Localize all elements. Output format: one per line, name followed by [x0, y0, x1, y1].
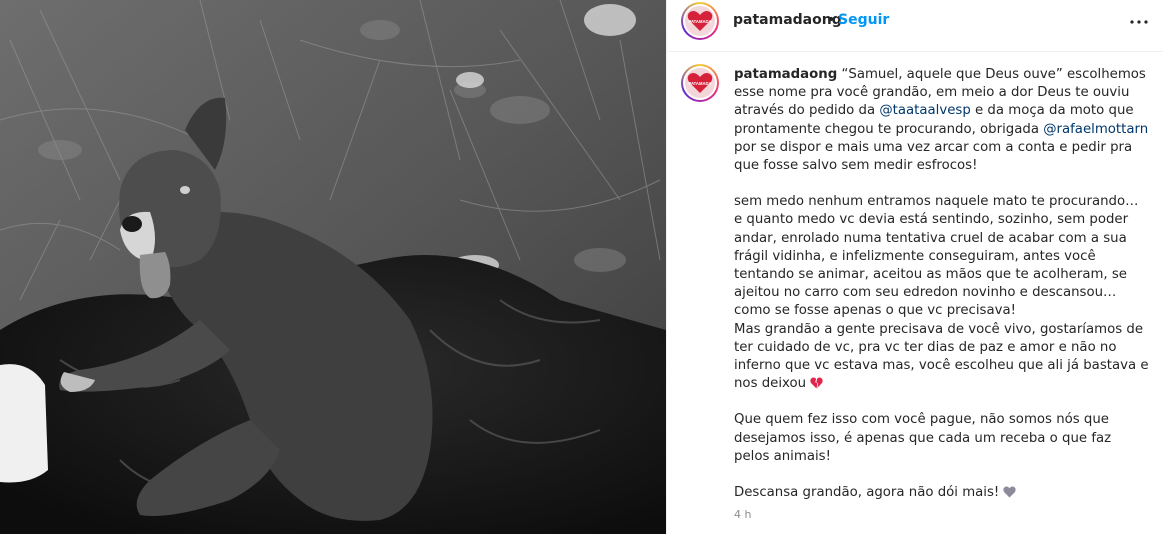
logo-text: PATAMADA	[688, 81, 711, 86]
post-side-panel: PATAMADA patamadaong • Seguir PATAMADA p…	[666, 0, 1163, 534]
heart-logo-icon: PATAMADA	[687, 11, 713, 31]
more-horizontal-icon[interactable]	[1129, 15, 1149, 29]
profile-avatar[interactable]: PATAMADA	[681, 2, 719, 40]
caption-paragraph-4: Que quem fez isso com você pague, não so…	[734, 412, 1112, 464]
header-separator: •	[827, 12, 836, 28]
mention-link[interactable]: @rafaelmottarn	[1043, 122, 1148, 137]
caption-text: por se dispor e mais uma vez arcar com a…	[734, 139, 1133, 174]
caption-paragraph-2: sem medo nenhum entramos naquele mato te…	[734, 194, 1139, 319]
follow-button[interactable]: Seguir	[838, 12, 889, 28]
caption-username-link[interactable]: patamadaong	[734, 67, 837, 82]
post-photo[interactable]	[0, 0, 666, 534]
post-header: PATAMADA patamadaong • Seguir	[667, 0, 1163, 52]
post-timestamp[interactable]: 4 h	[734, 508, 751, 521]
dog-photo-image	[0, 0, 666, 534]
mention-link[interactable]: @taataalvesp	[879, 103, 970, 118]
caption-paragraph-1: patamadaong “Samuel, aquele que Deus ouv…	[734, 66, 1149, 175]
caption-text: Mas grandão a gente precisava de você vi…	[734, 321, 1149, 392]
broken-heart-emoji	[810, 377, 823, 389]
caption-paragraph-5: Descansa grandão, agora não dói mais!	[734, 484, 1149, 502]
caption-text: Descansa grandão, agora não dói mais!	[734, 485, 1004, 501]
caption-paragraph-3: Mas grandão a gente precisava de você vi…	[734, 321, 1149, 394]
post-caption: patamadaong “Samuel, aquele que Deus ouv…	[734, 66, 1149, 502]
logo-text: PATAMADA	[688, 19, 711, 24]
caption-avatar[interactable]: PATAMADA	[681, 64, 719, 102]
grey-heart-emoji	[1003, 486, 1017, 498]
heart-logo-icon: PATAMADA	[687, 73, 713, 93]
header-username-link[interactable]: patamadaong	[733, 12, 842, 28]
